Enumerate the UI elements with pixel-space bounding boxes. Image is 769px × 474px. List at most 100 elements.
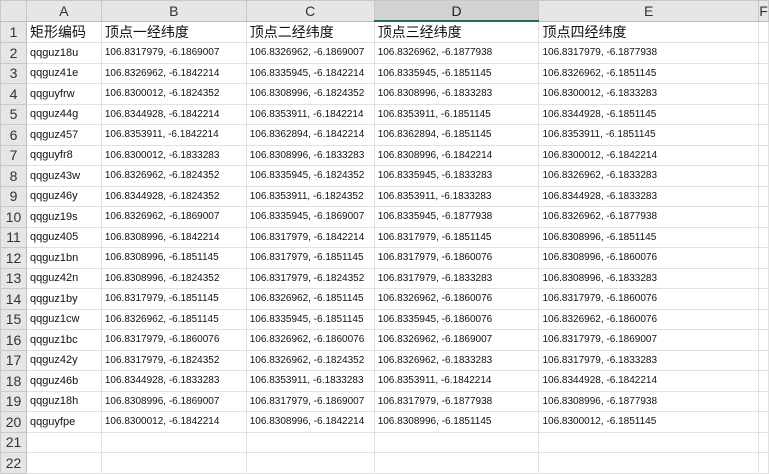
cell-d[interactable]: 106.8353911, -6.1851145 bbox=[373, 103, 540, 125]
cell-a[interactable]: qqguz18h bbox=[25, 390, 102, 412]
cell-f[interactable] bbox=[757, 20, 769, 43]
cell-a[interactable]: qqguz405 bbox=[25, 226, 102, 248]
cell-e[interactable]: 106.8300012, -6.1851145 bbox=[538, 411, 759, 433]
cell-c[interactable]: 106.8308996, -6.1824352 bbox=[245, 83, 375, 105]
cell-d[interactable]: 106.8335945, -6.1860076 bbox=[373, 308, 540, 330]
cell-e[interactable] bbox=[538, 452, 759, 474]
column-header-a[interactable]: A bbox=[25, 0, 102, 22]
cell-d[interactable]: 106.8335945, -6.1833283 bbox=[373, 165, 540, 187]
cell-d[interactable]: 106.8335945, -6.1877938 bbox=[373, 206, 540, 228]
select-all-corner[interactable] bbox=[0, 0, 27, 22]
cell-a[interactable]: qqguz41e bbox=[25, 62, 102, 84]
row-header[interactable]: 20 bbox=[0, 411, 27, 433]
cell-d[interactable]: 106.8362894, -6.1851145 bbox=[373, 124, 540, 146]
row-header[interactable]: 22 bbox=[0, 452, 27, 474]
cell-a[interactable] bbox=[25, 452, 102, 474]
cell-d[interactable]: 顶点三经纬度 bbox=[373, 20, 540, 43]
cell-e[interactable]: 106.8344928, -6.1842214 bbox=[538, 370, 759, 392]
cell-b[interactable]: 106.8344928, -6.1842214 bbox=[100, 103, 247, 125]
cell-c[interactable] bbox=[245, 452, 375, 474]
cell-f[interactable] bbox=[757, 83, 769, 105]
row-header[interactable]: 6 bbox=[0, 124, 27, 146]
cell-c[interactable]: 106.8317979, -6.1842214 bbox=[245, 226, 375, 248]
cell-e[interactable]: 106.8317979, -6.1869007 bbox=[538, 329, 759, 351]
cell-d[interactable] bbox=[373, 431, 540, 453]
cell-f[interactable] bbox=[757, 452, 769, 474]
cell-e[interactable]: 106.8326962, -6.1877938 bbox=[538, 206, 759, 228]
cell-c[interactable]: 106.8353911, -6.1842214 bbox=[245, 103, 375, 125]
row-header[interactable]: 7 bbox=[0, 144, 27, 166]
cell-f[interactable] bbox=[757, 349, 769, 371]
cell-e[interactable] bbox=[538, 431, 759, 453]
cell-d[interactable]: 106.8308996, -6.1833283 bbox=[373, 83, 540, 105]
cell-b[interactable] bbox=[100, 452, 247, 474]
cell-f[interactable] bbox=[757, 370, 769, 392]
cell-c[interactable]: 106.8317979, -6.1869007 bbox=[245, 390, 375, 412]
cell-e[interactable]: 106.8326962, -6.1851145 bbox=[538, 62, 759, 84]
cell-a[interactable]: qqguz44g bbox=[25, 103, 102, 125]
cell-f[interactable] bbox=[757, 247, 769, 269]
cell-d[interactable]: 106.8326962, -6.1833283 bbox=[373, 349, 540, 371]
row-header[interactable]: 21 bbox=[0, 431, 27, 453]
column-header-d[interactable]: D bbox=[373, 0, 540, 22]
cell-a[interactable]: qqguz1cw bbox=[25, 308, 102, 330]
cell-b[interactable]: 106.8344928, -6.1833283 bbox=[100, 370, 247, 392]
row-header[interactable]: 5 bbox=[0, 103, 27, 125]
cell-c[interactable]: 106.8326962, -6.1851145 bbox=[245, 288, 375, 310]
cell-b[interactable]: 106.8353911, -6.1842214 bbox=[100, 124, 247, 146]
cell-c[interactable]: 106.8335945, -6.1824352 bbox=[245, 165, 375, 187]
cell-f[interactable] bbox=[757, 226, 769, 248]
row-header[interactable]: 14 bbox=[0, 288, 27, 310]
row-header[interactable]: 15 bbox=[0, 308, 27, 330]
cell-a[interactable]: qqguz46b bbox=[25, 370, 102, 392]
cell-e[interactable]: 106.8308996, -6.1860076 bbox=[538, 247, 759, 269]
row-header[interactable]: 8 bbox=[0, 165, 27, 187]
cell-b[interactable]: 106.8300012, -6.1833283 bbox=[100, 144, 247, 166]
cell-e[interactable]: 106.8317979, -6.1877938 bbox=[538, 42, 759, 64]
cell-f[interactable] bbox=[757, 267, 769, 289]
cell-e[interactable]: 106.8344928, -6.1833283 bbox=[538, 185, 759, 207]
cell-e[interactable]: 106.8300012, -6.1833283 bbox=[538, 83, 759, 105]
cell-b[interactable]: 106.8317979, -6.1869007 bbox=[100, 42, 247, 64]
cell-a[interactable]: qqguyfr8 bbox=[25, 144, 102, 166]
cell-c[interactable]: 106.8308996, -6.1842214 bbox=[245, 411, 375, 433]
cell-c[interactable]: 106.8308996, -6.1833283 bbox=[245, 144, 375, 166]
cell-f[interactable] bbox=[757, 42, 769, 64]
cell-d[interactable]: 106.8317979, -6.1860076 bbox=[373, 247, 540, 269]
cell-d[interactable]: 106.8308996, -6.1842214 bbox=[373, 144, 540, 166]
cell-e[interactable]: 106.8353911, -6.1851145 bbox=[538, 124, 759, 146]
row-header[interactable]: 12 bbox=[0, 247, 27, 269]
cell-b[interactable]: 106.8300012, -6.1842214 bbox=[100, 411, 247, 433]
cell-a[interactable]: qqguz42y bbox=[25, 349, 102, 371]
cell-b[interactable]: 106.8317979, -6.1851145 bbox=[100, 288, 247, 310]
cell-b[interactable]: 106.8308996, -6.1851145 bbox=[100, 247, 247, 269]
cell-e[interactable]: 106.8344928, -6.1851145 bbox=[538, 103, 759, 125]
cell-a[interactable]: qqguz46y bbox=[25, 185, 102, 207]
cell-e[interactable]: 106.8326962, -6.1833283 bbox=[538, 165, 759, 187]
cell-a[interactable]: qqguz43w bbox=[25, 165, 102, 187]
row-header[interactable]: 9 bbox=[0, 185, 27, 207]
cell-a[interactable]: qqguz42n bbox=[25, 267, 102, 289]
cell-d[interactable]: 106.8317979, -6.1851145 bbox=[373, 226, 540, 248]
cell-b[interactable]: 106.8317979, -6.1824352 bbox=[100, 349, 247, 371]
cell-c[interactable]: 顶点二经纬度 bbox=[245, 20, 375, 43]
cell-e[interactable]: 106.8308996, -6.1851145 bbox=[538, 226, 759, 248]
row-header[interactable]: 3 bbox=[0, 62, 27, 84]
cell-e[interactable]: 106.8308996, -6.1877938 bbox=[538, 390, 759, 412]
cell-f[interactable] bbox=[757, 206, 769, 228]
row-header[interactable]: 10 bbox=[0, 206, 27, 228]
cell-d[interactable]: 106.8326962, -6.1860076 bbox=[373, 288, 540, 310]
row-header[interactable]: 18 bbox=[0, 370, 27, 392]
cell-b[interactable] bbox=[100, 431, 247, 453]
cell-b[interactable]: 106.8326962, -6.1851145 bbox=[100, 308, 247, 330]
cell-a[interactable]: qqguz18u bbox=[25, 42, 102, 64]
cell-c[interactable]: 106.8335945, -6.1851145 bbox=[245, 308, 375, 330]
column-header-f[interactable]: F bbox=[757, 0, 769, 22]
cell-e[interactable]: 106.8308996, -6.1833283 bbox=[538, 267, 759, 289]
cell-c[interactable]: 106.8326962, -6.1869007 bbox=[245, 42, 375, 64]
cell-e[interactable]: 106.8317979, -6.1860076 bbox=[538, 288, 759, 310]
cell-f[interactable] bbox=[757, 411, 769, 433]
cell-e[interactable]: 106.8300012, -6.1842214 bbox=[538, 144, 759, 166]
cell-b[interactable]: 106.8326962, -6.1842214 bbox=[100, 62, 247, 84]
cell-a[interactable]: qqguz19s bbox=[25, 206, 102, 228]
